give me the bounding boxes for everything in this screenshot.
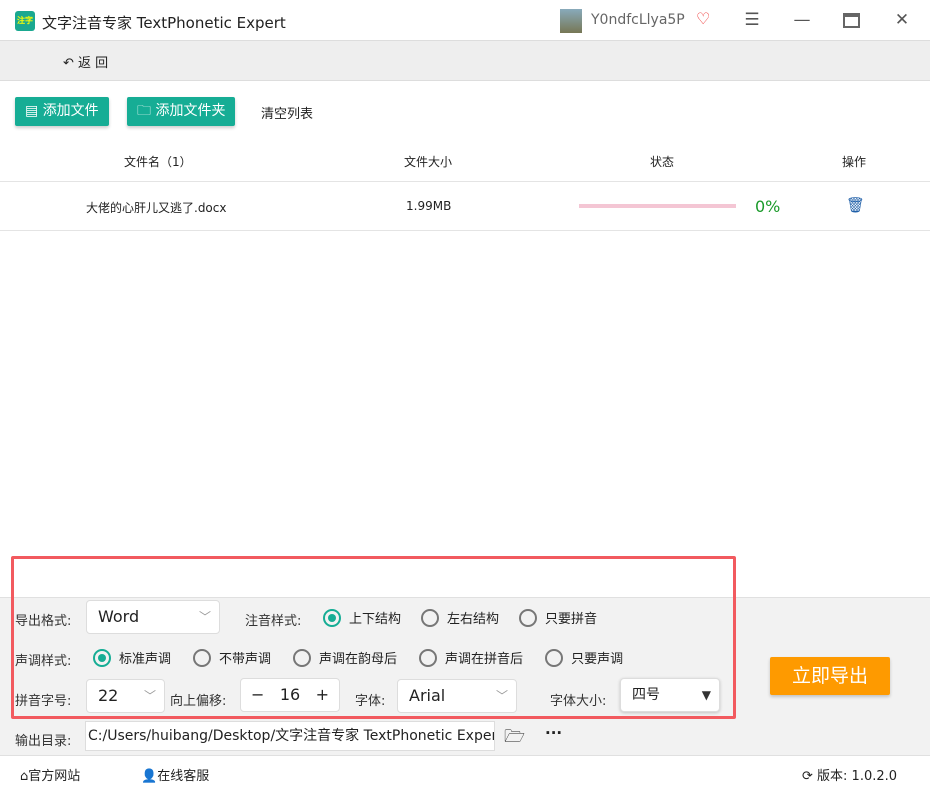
nav-bar: ↶ 返 回 <box>0 41 930 81</box>
minimize-icon[interactable]: — <box>792 10 812 30</box>
folder-add-icon: 🗀 <box>137 103 156 119</box>
add-file-label: 添加文件 <box>42 103 99 119</box>
file-size: 1.99MB <box>406 199 452 213</box>
app-title: 文字注音专家 TextPhonetic Expert <box>42 14 286 32</box>
header-filename: 文件名（1） <box>124 155 192 169</box>
output-dir-input[interactable]: C:/Users/huibang/Desktop/文字注音专家 TextPhon… <box>85 721 495 751</box>
vip-icon[interactable]: ♡ <box>696 9 710 28</box>
export-button[interactable]: 立即导出 <box>770 657 890 695</box>
maximize-icon[interactable] <box>843 13 860 28</box>
add-file-button[interactable]: ▤ 添加文件 <box>15 97 109 126</box>
delete-icon[interactable]: 🗑 <box>846 196 865 214</box>
version-info[interactable]: ⟳ 版本: 1.0.2.0 <box>802 765 897 784</box>
website-label: 官方网站 <box>28 769 81 784</box>
progress-percent: 0% <box>755 197 781 216</box>
back-label: 返 回 <box>78 56 109 71</box>
file-icon: ▤ <box>25 103 43 119</box>
avatar[interactable] <box>560 9 582 33</box>
highlight-box <box>11 556 736 719</box>
more-button[interactable]: ··· <box>545 724 562 742</box>
header-status: 状态 <box>650 155 675 169</box>
menu-icon[interactable]: ☰ <box>742 10 762 30</box>
add-folder-label: 添加文件夹 <box>155 103 226 119</box>
output-dir-label: 输出目录: <box>15 734 72 749</box>
back-button[interactable]: ↶ 返 回 <box>63 52 108 71</box>
version-label: 版本: 1.0.2.0 <box>817 769 898 784</box>
refresh-icon: ⟳ <box>802 769 818 784</box>
file-name: 大佬的心肝儿又逃了.docx <box>86 201 227 215</box>
footer: ⌂官方网站 👤在线客服 ⟳ 版本: 1.0.2.0 <box>0 755 930 790</box>
support-label: 在线客服 <box>157 769 210 784</box>
close-icon[interactable]: ✕ <box>892 10 912 30</box>
progress-bar <box>579 204 736 208</box>
header-size: 文件大小 <box>404 155 453 169</box>
add-folder-button[interactable]: 🗀 添加文件夹 <box>127 97 236 126</box>
online-support-link[interactable]: 👤在线客服 <box>141 765 209 784</box>
support-icon: 👤 <box>141 769 158 784</box>
folder-open-icon[interactable]: 🗁 <box>504 724 525 753</box>
table-row: 大佬的心肝儿又逃了.docx 1.99MB 0% 🗑 <box>0 181 930 231</box>
title-bar: 注字 文字注音专家 TextPhonetic Expert Y0ndfcLlya… <box>0 0 930 41</box>
back-icon: ↶ <box>63 56 79 71</box>
header-action: 操作 <box>842 155 867 169</box>
clear-list-button[interactable]: 清空列表 <box>261 103 313 122</box>
username[interactable]: Y0ndfcLlya5P <box>591 12 685 28</box>
official-website-link[interactable]: ⌂官方网站 <box>20 765 80 784</box>
app-logo: 注字 <box>15 11 35 31</box>
